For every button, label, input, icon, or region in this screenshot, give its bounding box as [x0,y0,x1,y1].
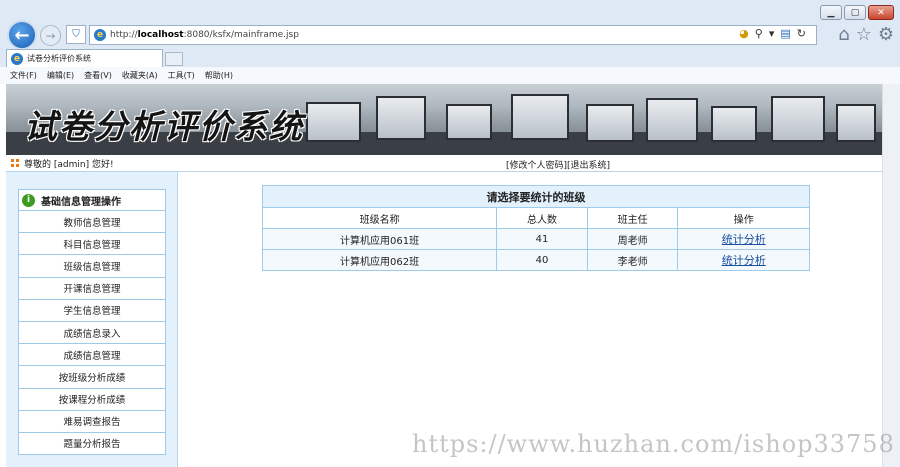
column-header: 总人数 [496,207,588,229]
count-cell: 41 [496,228,588,250]
tab-page-icon: e [11,52,23,65]
url-host: localhost [137,30,184,40]
sidebar-item-difficulty-report[interactable]: 难易调查报告 [18,410,166,433]
refresh-icon[interactable]: ↻ [797,27,806,40]
page-content: 试卷分析评价系统 尊敬的 [admin] 您好! [修改个人密码][退出系统] … [6,84,882,467]
info-icon: i [22,193,35,207]
dropdown-icon[interactable]: ▾ [769,27,775,40]
sidebar-item-score-manage[interactable]: 成绩信息管理 [18,344,166,367]
sidebar-item-course-analysis[interactable]: 按课程分析成绩 [18,388,166,411]
sidebar-item-student[interactable]: 学生信息管理 [18,299,166,322]
minimize-button[interactable]: ▁ [820,5,842,20]
sidebar-item-class-analysis[interactable]: 按班级分析成绩 [18,366,166,389]
account-links: [修改个人密码][退出系统] [506,158,610,171]
teacher-cell: 周老师 [586,228,679,250]
back-arrow-icon[interactable]: ← [7,20,37,50]
welcome-bar: 尊敬的 [admin] 您好! [修改个人密码][退出系统] [6,155,882,172]
home-icon[interactable]: ⌂ [838,24,849,45]
menu-bar: 文件(F) 编辑(E) 查看(V) 收藏夹(A) 工具(T) 帮助(H) [0,67,900,84]
column-header: 班主任 [586,207,679,229]
gear-icon[interactable]: ⚙ [878,24,894,45]
document-icon[interactable]: ▤ [780,27,790,40]
count-cell: 40 [496,249,588,271]
logout-link[interactable]: [退出系统] [567,161,610,171]
column-header: 班级名称 [261,207,498,229]
favorites-star-icon[interactable]: ☆ [856,24,872,45]
window-controls: ▁ ▢ ✕ [820,5,894,20]
menu-view[interactable]: 查看(V) [84,70,112,81]
welcome-greeting: 尊敬的 [admin] 您好! [24,159,114,170]
banner: 试卷分析评价系统 [6,84,882,155]
menu-file[interactable]: 文件(F) [10,70,37,81]
class-table: 请选择要统计的班级 班级名称 总人数 班主任 操作 计算机应用061班 41 周… [261,185,810,271]
class-name-cell: 计算机应用061班 [261,228,498,250]
teacher-cell: 李老师 [586,249,679,271]
url-path: :8080/ksfx/mainframe.jsp [183,30,299,40]
sidebar-item-score-entry[interactable]: 成绩信息录入 [18,321,166,345]
banner-title: 试卷分析评价系统 [24,107,304,146]
sidebar-item-class[interactable]: 班级信息管理 [18,255,166,278]
table-title: 请选择要统计的班级 [262,185,810,208]
class-name-cell: 计算机应用062班 [261,249,498,271]
shield-icon[interactable]: ⛉ [66,25,86,44]
search-icon[interactable]: ⚲ [755,27,763,40]
action-cell: 统计分析 [677,249,810,271]
watermark: https://www.huzhan.com/ishop33758 [412,430,895,458]
menu-help[interactable]: 帮助(H) [205,70,233,81]
close-window-button[interactable]: ✕ [868,5,894,20]
change-password-link[interactable]: [修改个人密码] [506,161,567,171]
address-tools: ◕ ⚲ ▾ ▤ ↻ [739,27,806,40]
browser-chrome: ▁ ▢ ✕ ← → ⛉ e http://localhost:8080/ksfx… [0,0,900,84]
address-bar[interactable]: e http://localhost:8080/ksfx/mainframe.j… [89,25,817,45]
column-header: 操作 [677,207,810,229]
sidebar-menu: 教师信息管理 科目信息管理 班级信息管理 开课信息管理 学生信息管理 成绩信息录… [18,211,166,456]
statistics-link[interactable]: 统计分析 [722,254,766,267]
browser-tools: ⌂ ☆ ⚙ [838,24,894,45]
menu-edit[interactable]: 编辑(E) [47,70,74,81]
sidebar-heading: i 基础信息管理操作 [18,189,166,211]
maximize-button[interactable]: ▢ [844,5,866,20]
table-row: 计算机应用062班 40 李老师 统计分析 [261,249,810,271]
menu-favorites[interactable]: 收藏夹(A) [122,70,158,81]
compat-view-icon[interactable]: ◕ [739,27,749,40]
forward-arrow-icon[interactable]: → [40,25,61,46]
action-cell: 统计分析 [677,228,810,250]
table-row: 计算机应用061班 41 周老师 统计分析 [261,228,810,250]
statistics-link[interactable]: 统计分析 [722,233,766,246]
sidebar: i 基础信息管理操作 教师信息管理 科目信息管理 班级信息管理 开课信息管理 学… [6,172,178,467]
sidebar-item-course[interactable]: 开课信息管理 [18,277,166,300]
sidebar-item-teacher[interactable]: 教师信息管理 [18,211,166,234]
menu-tools[interactable]: 工具(T) [168,70,195,81]
new-tab-button[interactable] [165,52,183,66]
sidebar-item-subject[interactable]: 科目信息管理 [18,233,166,256]
browser-tab[interactable]: e 试卷分析评价系统 [6,49,163,67]
vertical-scrollbar[interactable] [882,84,900,467]
page-icon: e [94,29,106,41]
bullet-icon [11,159,19,167]
url-prefix: http:// [110,30,138,40]
tab-title: 试卷分析评价系统 [27,54,91,63]
sidebar-item-volume-report[interactable]: 题量分析报告 [18,432,166,456]
sidebar-heading-label: 基础信息管理操作 [41,196,121,208]
